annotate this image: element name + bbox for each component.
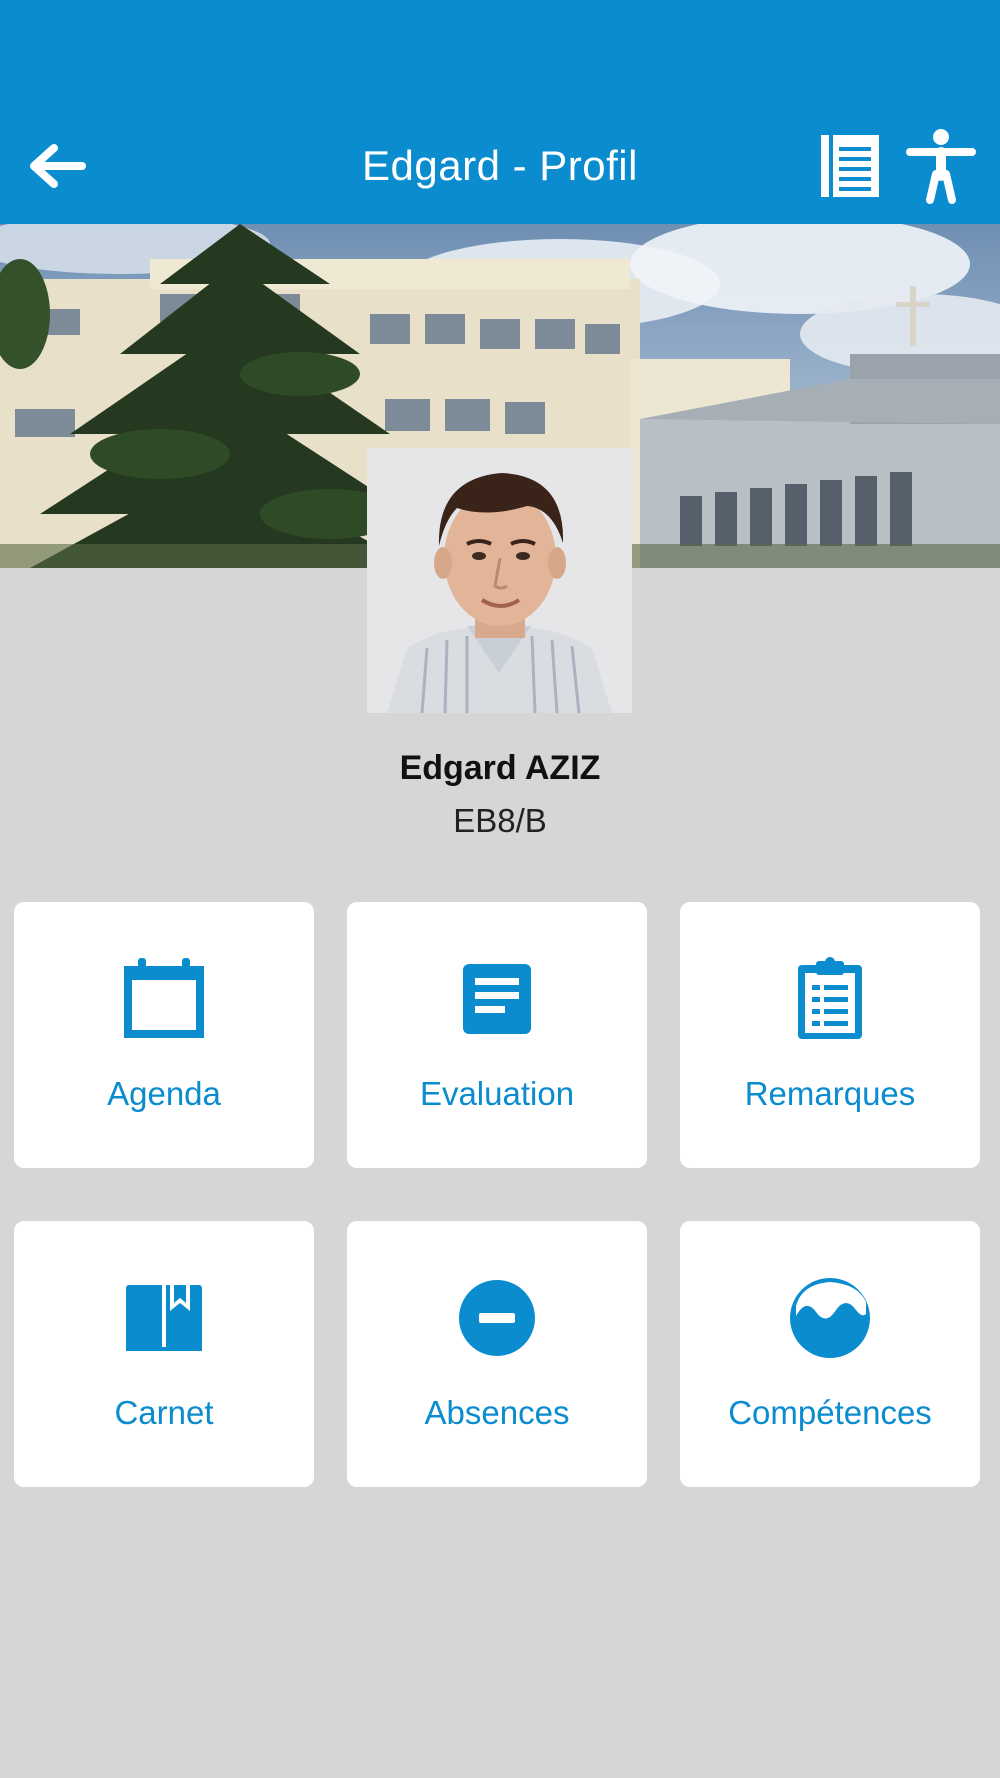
tile-evaluation[interactable]: Evaluation [347,902,647,1168]
accessibility-button[interactable] [903,126,979,206]
notes-button[interactable] [812,126,888,206]
clipboard-icon [798,957,862,1039]
book-icon [126,1285,202,1353]
tile-carnet[interactable]: Carnet [14,1221,314,1487]
document-icon [463,964,531,1034]
student-avatar [367,448,632,713]
student-name: Edgard AZIZ [399,749,601,787]
tile-label-remarques: Remarques [744,1075,916,1112]
tile-label-carnet: Carnet [114,1394,214,1431]
tile-label-competences: Compétences [728,1394,932,1431]
calendar-icon [124,958,204,1038]
tile-label-absences: Absences [424,1394,570,1431]
tile-label-agenda: Agenda [107,1075,221,1112]
tile-competences[interactable]: Compétences [680,1221,980,1487]
tile-remarques[interactable]: Remarques [680,902,980,1168]
wave-circle-icon [790,1278,870,1358]
document-list-icon [821,135,879,197]
tile-label-evaluation: Evaluation [419,1075,575,1112]
tile-absences[interactable]: Absences [347,1221,647,1487]
accessibility-person-icon [906,129,976,204]
tile-agenda[interactable]: Agenda [14,902,314,1168]
student-class: EB8/B [453,802,547,839]
app-header: Edgard - Profil [0,0,1000,224]
minus-circle-icon [459,1280,535,1356]
